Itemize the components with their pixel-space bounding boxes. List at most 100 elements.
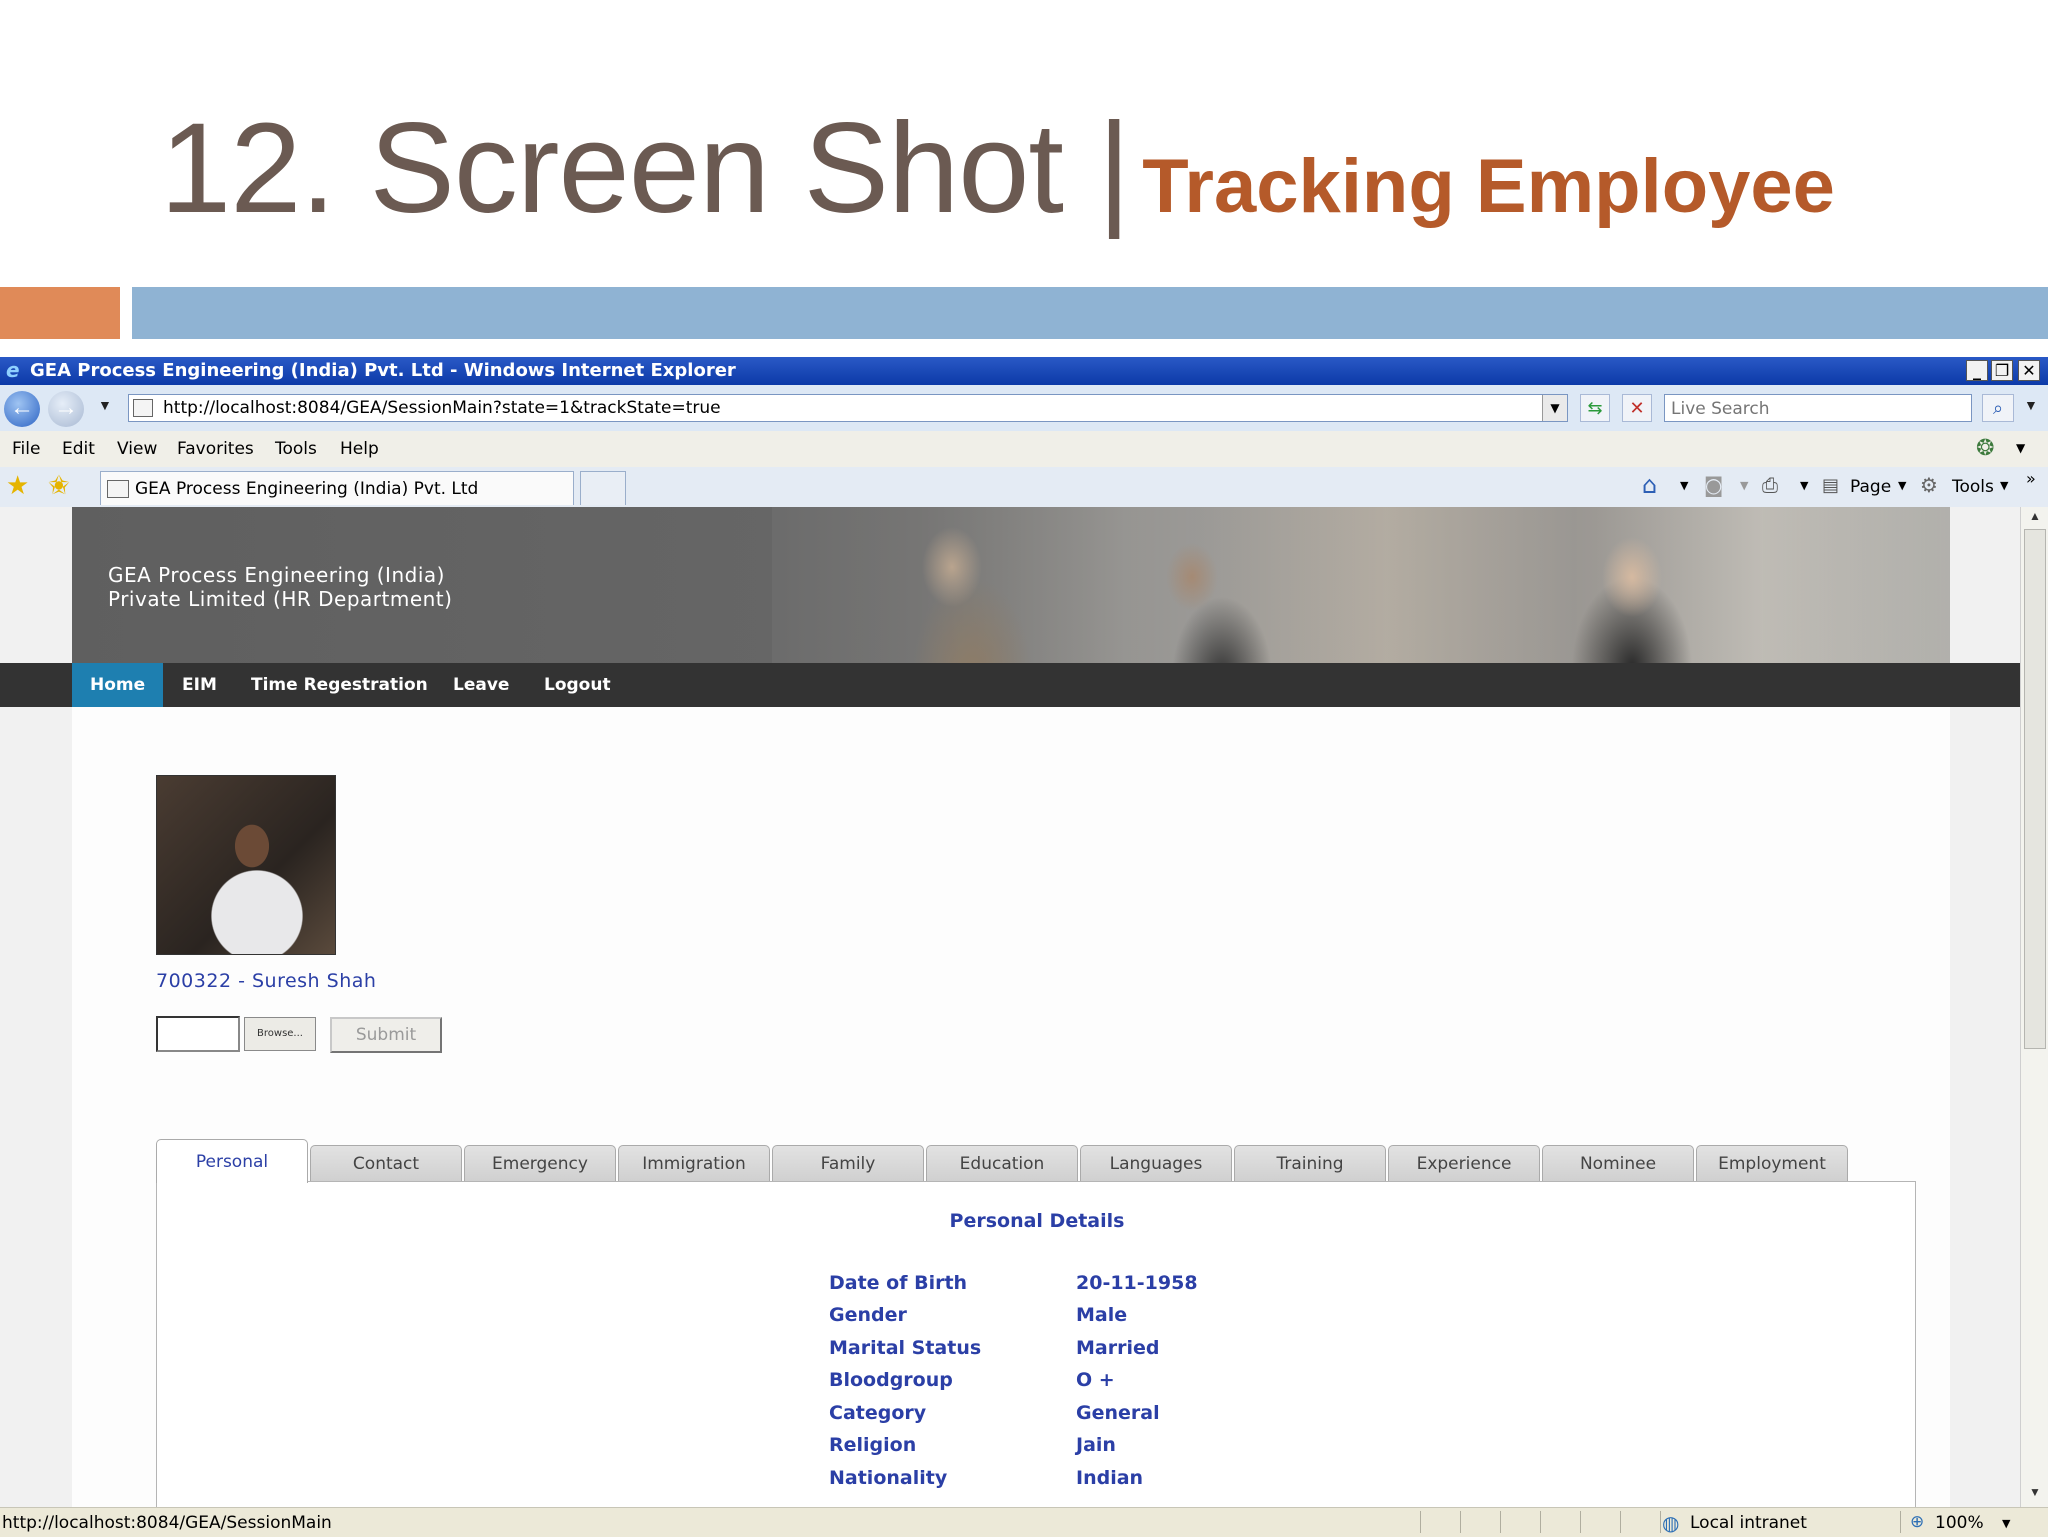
minimize-button[interactable]: _ — [1966, 360, 1988, 381]
intranet-globe-icon: ◍ — [1662, 1511, 1680, 1535]
browser-tab-title: GEA Process Engineering (India) Pvt. Ltd — [135, 479, 479, 499]
slide-title: 12. Screen Shot | Tracking Employee — [160, 95, 1835, 245]
nav-eim[interactable]: EIM — [182, 663, 217, 707]
detail-label: Bloodgroup — [829, 1369, 953, 1391]
company-name-line1: GEA Process Engineering (India) — [108, 563, 445, 587]
vertical-scrollbar[interactable]: ▲ ▼ — [2020, 507, 2048, 1507]
personal-details-panel: Personal Details Date of Birth 20-11-195… — [156, 1181, 1916, 1507]
tab-languages[interactable]: Languages — [1080, 1145, 1232, 1183]
detail-value: Indian — [1076, 1467, 1144, 1489]
status-divider — [1900, 1511, 1901, 1533]
add-favorites-icon[interactable]: ✬ — [48, 471, 70, 501]
ie-logo-icon: e — [6, 358, 20, 382]
scroll-down-icon[interactable]: ▼ — [2025, 1485, 2045, 1503]
tab-education[interactable]: Education — [926, 1145, 1078, 1183]
detail-label: Gender — [829, 1304, 907, 1326]
tab-nominee[interactable]: Nominee — [1542, 1145, 1694, 1183]
zoom-icon: ⊕ — [1910, 1512, 1925, 1532]
tab-bar: ★ ✬ GEA Process Engineering (India) Pvt.… — [0, 467, 2048, 507]
detail-value: Male — [1076, 1304, 1128, 1326]
favorites-star-icon[interactable]: ★ — [6, 471, 29, 501]
employee-tabs: Personal Contact Emergency Immigration F… — [156, 1137, 1916, 1183]
company-name-line2: Private Limited (HR Department) — [108, 587, 453, 611]
slide-title-accent: Tracking Employee — [1142, 144, 1835, 229]
page-menu-label[interactable]: Page — [1850, 477, 1891, 497]
address-url: http://localhost:8084/GEA/SessionMain?st… — [163, 398, 721, 418]
window-titlebar: e GEA Process Engineering (India) Pvt. L… — [0, 357, 2048, 385]
nav-leave[interactable]: Leave — [453, 663, 509, 707]
feeds-dropdown-icon[interactable]: ▼ — [1740, 479, 1748, 492]
live-search-input[interactable] — [1669, 396, 1969, 422]
history-dropdown-icon[interactable]: ▼ — [98, 397, 112, 413]
page-icon — [133, 399, 153, 417]
menu-tools[interactable]: Tools — [275, 439, 317, 459]
detail-value: General — [1076, 1402, 1160, 1424]
forward-arrow-icon[interactable]: → — [48, 391, 84, 427]
refresh-icon[interactable]: ⇆ — [1580, 394, 1610, 422]
status-divider — [1580, 1511, 1581, 1533]
slide-title-main: 12. Screen Shot | — [160, 97, 1131, 240]
address-toolbar: ← → ▼ http://localhost:8084/GEA/SessionM… — [0, 385, 2048, 431]
browse-button[interactable]: Browse... — [244, 1017, 316, 1051]
detail-value: 20-11-1958 — [1076, 1272, 1198, 1294]
tab-experience[interactable]: Experience — [1388, 1145, 1540, 1183]
scrollbar-thumb[interactable] — [2024, 529, 2046, 1049]
live-search-field[interactable] — [1664, 394, 1972, 422]
home-dropdown-icon[interactable]: ▼ — [1680, 479, 1688, 492]
page-menu-icon: ▤ — [1822, 475, 1840, 496]
menu-bar: File Edit View Favorites Tools Help ❂ ▼ — [0, 431, 2048, 468]
close-window-button[interactable]: ✕ — [2018, 360, 2040, 381]
detail-label: Nationality — [829, 1467, 948, 1489]
home-icon[interactable]: ⌂ — [1642, 471, 1657, 499]
status-divider — [1620, 1511, 1621, 1533]
globe-icon[interactable]: ❂ — [1976, 436, 1994, 461]
feeds-icon[interactable]: ◙ — [1704, 473, 1723, 497]
chevron-more-icon[interactable]: » — [2026, 469, 2036, 488]
tab-personal[interactable]: Personal — [156, 1139, 308, 1183]
new-tab-button[interactable] — [580, 471, 626, 505]
restore-button[interactable]: ❐ — [1991, 360, 2013, 381]
menu-view[interactable]: View — [117, 439, 157, 459]
nav-logout[interactable]: Logout — [544, 663, 611, 707]
scroll-up-icon[interactable]: ▲ — [2025, 509, 2045, 527]
browser-tab[interactable]: GEA Process Engineering (India) Pvt. Ltd — [100, 471, 574, 505]
menu-help[interactable]: Help — [340, 439, 379, 459]
zoom-dropdown-icon[interactable]: ▼ — [2002, 1517, 2010, 1530]
menu-file[interactable]: File — [12, 439, 40, 459]
address-bar[interactable]: http://localhost:8084/GEA/SessionMain?st… — [128, 394, 1568, 422]
status-divider — [1500, 1511, 1501, 1533]
page-dropdown-icon[interactable]: ▼ — [1898, 479, 1906, 492]
address-dropdown-icon[interactable]: ▼ — [1542, 395, 1567, 421]
site-header-banner: GEA Process Engineering (India) Private … — [72, 507, 1950, 663]
search-options-icon[interactable]: ▼ — [2024, 397, 2038, 413]
nav-time-registration[interactable]: Time Regestration — [251, 663, 428, 707]
employee-id-name: 700322 - Suresh Shah — [156, 970, 377, 992]
tools-dropdown-icon[interactable]: ▼ — [2000, 479, 2008, 492]
tab-immigration[interactable]: Immigration — [618, 1145, 770, 1183]
page-viewport: GEA Process Engineering (India) Private … — [0, 507, 2020, 1507]
page-margin-right — [1950, 507, 2020, 1507]
submit-button[interactable]: Submit — [330, 1017, 442, 1053]
zoom-level[interactable]: 100% — [1935, 1513, 1984, 1533]
tab-employment[interactable]: Employment — [1696, 1145, 1848, 1183]
detail-value: Jain — [1076, 1434, 1116, 1456]
tab-family[interactable]: Family — [772, 1145, 924, 1183]
back-arrow-icon[interactable]: ← — [4, 391, 40, 427]
tab-contact[interactable]: Contact — [310, 1145, 462, 1183]
print-dropdown-icon[interactable]: ▼ — [1800, 479, 1808, 492]
globe-dropdown-icon[interactable]: ▼ — [2016, 441, 2025, 455]
print-icon[interactable]: ⎙ — [1762, 473, 1778, 497]
search-icon[interactable]: ⌕ — [1982, 394, 2014, 422]
menu-edit[interactable]: Edit — [62, 439, 95, 459]
tools-gear-icon: ⚙ — [1920, 473, 1938, 497]
nav-home[interactable]: Home — [72, 663, 164, 707]
tab-training[interactable]: Training — [1234, 1145, 1386, 1183]
stop-icon[interactable]: ✕ — [1622, 394, 1652, 422]
tab-page-icon — [107, 480, 129, 498]
tools-menu-label[interactable]: Tools — [1952, 477, 1994, 497]
tab-emergency[interactable]: Emergency — [464, 1145, 616, 1183]
status-url: http://localhost:8084/GEA/SessionMain — [2, 1513, 332, 1533]
menu-favorites[interactable]: Favorites — [177, 439, 254, 459]
photo-file-input[interactable] — [156, 1016, 240, 1052]
personal-details-heading: Personal Details — [949, 1210, 1125, 1232]
